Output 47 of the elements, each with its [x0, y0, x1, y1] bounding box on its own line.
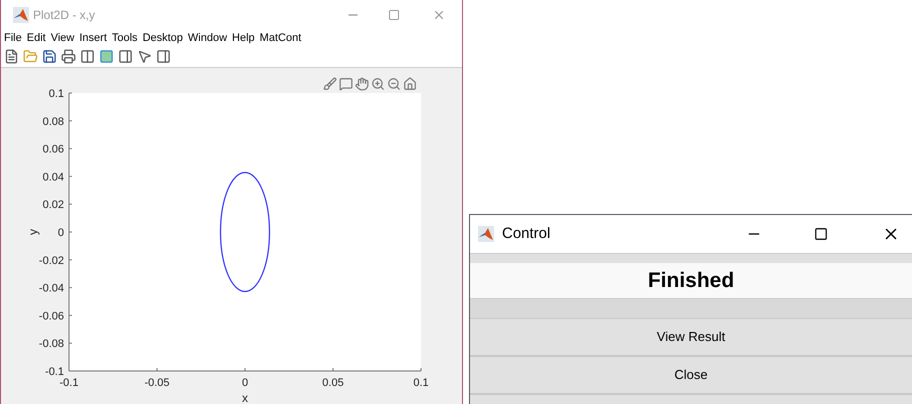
pan-hand-icon[interactable]: [355, 77, 369, 91]
y-tick-label: -0.02: [38, 254, 64, 267]
brush-icon[interactable]: [323, 77, 337, 91]
y-tick-label: -0.1: [45, 366, 64, 378]
x-tick-label: 0.05: [322, 377, 344, 389]
zoom-out-icon[interactable]: [387, 77, 401, 91]
matlab-logo-icon: [13, 7, 29, 23]
x-tick-label: -0.1: [60, 377, 78, 389]
y-tick-label: 0.02: [42, 199, 64, 212]
menu-item[interactable]: View: [50, 32, 74, 44]
menu-item[interactable]: Tools: [112, 32, 138, 44]
y-tick-label: -0.04: [38, 282, 64, 295]
maximize-icon[interactable]: [814, 227, 828, 241]
window-title: Control: [502, 224, 552, 244]
menu-item[interactable]: Help: [232, 32, 255, 44]
y-tick-label: 0: [58, 227, 64, 239]
x-tick-label: -0.05: [144, 377, 170, 389]
data-tip-icon[interactable]: [339, 77, 353, 91]
menu-item[interactable]: Insert: [79, 32, 107, 44]
zoom-in-icon[interactable]: [371, 77, 385, 91]
new-file-icon[interactable]: [4, 49, 19, 64]
save-icon[interactable]: [42, 49, 57, 64]
x-tick-label: 0: [242, 377, 248, 389]
pointer-icon[interactable]: [137, 49, 152, 64]
action-button[interactable]: View Result: [470, 319, 912, 357]
y-tick-label: -0.08: [38, 338, 64, 350]
panel-icon[interactable]: [156, 49, 171, 64]
x-tick-label: 0.1: [413, 377, 429, 389]
menu-item[interactable]: Edit: [26, 32, 46, 44]
y-tick-label: -0.06: [38, 310, 64, 322]
window-title: Plot2D - x,y: [33, 7, 96, 24]
home-icon[interactable]: [403, 77, 417, 91]
action-button[interactable]: Close: [470, 357, 912, 395]
y-axis-label: y: [26, 229, 40, 235]
y-tick-label: 0.08: [42, 116, 64, 128]
menu-item[interactable]: File: [4, 32, 22, 44]
menu-item[interactable]: Desktop: [142, 32, 183, 44]
status-text: Finished: [648, 268, 734, 294]
printer-icon[interactable]: [61, 49, 76, 64]
colorbar-icon[interactable]: [99, 49, 114, 64]
y-tick-label: 0.1: [48, 88, 64, 100]
y-tick-label: 0.04: [42, 171, 64, 184]
matlab-logo-icon: [478, 226, 494, 242]
x-axis-label: x: [242, 391, 248, 404]
y-tick-label: 0.06: [42, 144, 64, 156]
menu-item[interactable]: Window: [188, 32, 228, 44]
menu-item[interactable]: MatCont: [260, 32, 302, 44]
